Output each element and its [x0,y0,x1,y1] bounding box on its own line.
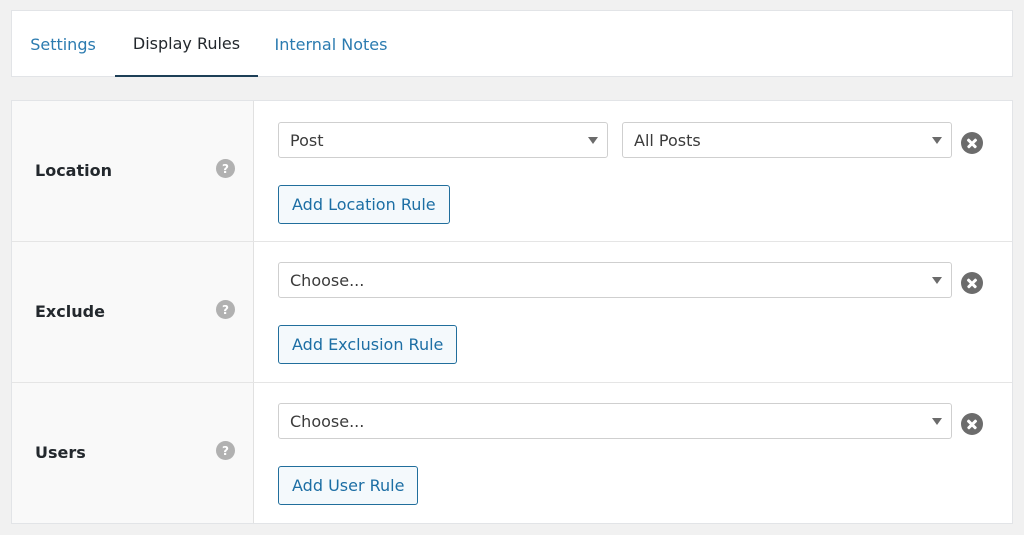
users-row: Users ? Choose... Add User Rule [12,383,1012,523]
tab-settings[interactable]: Settings [23,11,103,77]
location-type-select[interactable]: Post [278,122,608,158]
exclude-select[interactable]: Choose... [278,262,952,298]
remove-circle-icon[interactable] [961,272,983,294]
users-select-value: Choose... [290,411,365,431]
remove-circle-icon[interactable] [961,132,983,154]
add-exclusion-rule-button[interactable]: Add Exclusion Rule [278,325,458,364]
chevron-down-icon [588,137,598,144]
exclude-select-value: Choose... [290,270,365,290]
question-circle-icon[interactable]: ? [216,159,235,178]
chevron-down-icon [932,418,942,425]
tab-display-rules[interactable]: Display Rules [115,11,258,77]
chevron-down-icon [932,277,942,284]
location-value-value: All Posts [634,130,701,150]
exclude-label: Exclude [35,302,105,321]
add-location-rule-button[interactable]: Add Location Rule [278,185,450,224]
tab-internal-notes[interactable]: Internal Notes [270,11,392,77]
location-row: Location ? Post All Posts Add Location R… [12,101,1012,241]
add-user-rule-button[interactable]: Add User Rule [278,466,419,505]
tabs-bar: Settings Display Rules Internal Notes [11,10,1013,77]
question-circle-icon[interactable]: ? [216,300,235,319]
display-rules-table: Location ? Post All Posts Add Location R… [11,100,1013,524]
users-select[interactable]: Choose... [278,403,952,439]
location-type-value: Post [290,130,324,150]
location-label-cell: Location ? [12,101,254,241]
exclude-label-cell: Exclude ? [12,242,254,382]
users-label-cell: Users ? [12,383,254,523]
exclude-row: Exclude ? Choose... Add Exclusion Rule [12,242,1012,382]
question-circle-icon[interactable]: ? [216,441,235,460]
location-label: Location [35,161,112,180]
chevron-down-icon [932,137,942,144]
users-label: Users [35,443,86,462]
location-value-select[interactable]: All Posts [622,122,952,158]
remove-circle-icon[interactable] [961,413,983,435]
